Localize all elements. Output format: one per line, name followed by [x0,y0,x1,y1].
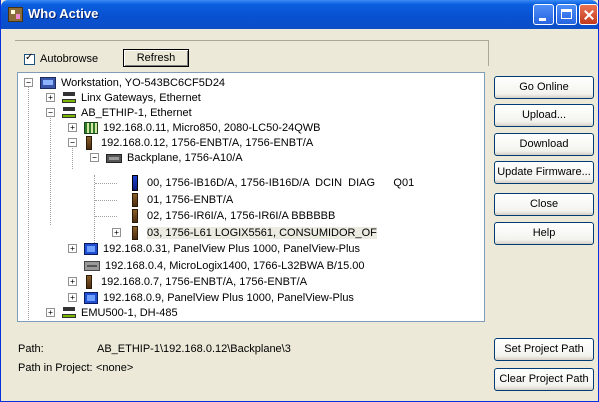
tree-node-192-168-0-4[interactable]: 192.168.0.4, MicroLogix1400, 1766-L32BWA… [68,259,365,273]
expand-icon[interactable]: + [46,93,55,102]
tree-node-192-168-0-11[interactable]: + 192.168.0.11, Micro850, 2080-LC50-24QW… [68,121,320,135]
enbt-module-icon [86,275,92,289]
set-project-path-button[interactable]: Set Project Path [494,338,594,361]
controller-icon [132,226,138,240]
network-icon [62,107,76,119]
download-button[interactable]: Download [494,133,594,156]
path-value: AB_ETHIP-1\192.168.0.12\Backplane\3 [97,343,291,355]
autobrowse-checkbox[interactable]: Autobrowse [24,52,99,65]
network-icon [62,92,76,104]
path-in-project-label: Path in Project: [18,362,93,374]
maximize-button[interactable] [556,4,577,25]
tree-node-emu500[interactable]: + EMU500-1, DH-485 [46,306,178,320]
panelview-icon [84,243,98,255]
checkbox-checked-icon[interactable] [24,52,35,65]
tree-node-workstation[interactable]: − Workstation, YO-543BC6CF5D24 [24,76,225,90]
window-title: Who Active [28,6,99,21]
tree-node-backplane[interactable]: − Backplane, 1756-A10/A [90,151,243,165]
tree-node-ab-ethip[interactable]: − AB_ETHIP-1, Ethernet [46,106,192,120]
analog-module-icon [132,209,138,223]
go-online-button[interactable]: Go Online [494,76,594,99]
input-module-icon [132,175,138,191]
refresh-button[interactable]: Refresh [123,49,189,67]
help-button[interactable]: Help [494,222,594,245]
expand-icon[interactable]: + [68,293,77,302]
micrologix-icon [84,261,100,271]
enbt-module-icon [86,136,92,150]
micro850-icon [84,122,98,134]
tree-node-192-168-0-31[interactable]: + 192.168.0.31, PanelView Plus 1000, Pan… [68,242,360,256]
autobrowse-label: Autobrowse [40,53,99,65]
tree-node-slot-01[interactable]: 01, 1756-ENBT/A [112,193,233,207]
tree-node-192-168-0-7[interactable]: + 192.168.0.7, 1756-ENBT/A, 1756-ENBT/A [68,275,307,289]
who-active-window: Who Active Autobrowse Refresh − Workstat… [0,0,599,402]
backplane-icon [106,153,122,163]
collapse-icon[interactable]: − [68,138,77,147]
tree-node-linx-gateways[interactable]: + Linx Gateways, Ethernet [46,91,201,105]
collapse-icon[interactable]: − [46,108,55,117]
tree-node-slot-00[interactable]: 00, 1756-IB16D/A, 1756-IB16D/A DCIN DIAG… [112,173,414,193]
network-tree[interactable]: − Workstation, YO-543BC6CF5D24 + Linx Ga… [17,72,485,322]
minimize-button[interactable] [533,4,554,25]
collapse-icon[interactable]: − [90,153,99,162]
expand-icon[interactable]: + [46,308,55,317]
who-active-app-icon [8,7,23,22]
workstation-icon [40,77,56,89]
close-window-button[interactable] [579,4,598,25]
panelview-icon [84,292,98,304]
expand-icon[interactable]: + [68,244,77,253]
path-label: Path: [18,343,44,355]
tree-line [94,175,95,243]
expand-icon[interactable]: + [68,277,77,286]
title-bar[interactable]: Who Active [1,0,598,29]
tree-node-slot-03[interactable]: + 03, 1756-L61 LOGIX5561, CONSUMIDOR_OF [112,226,377,240]
collapse-icon[interactable]: − [24,78,33,87]
upload-button[interactable]: Upload... [494,104,594,127]
enbt-module-icon [132,193,138,207]
tree-line [28,85,29,321]
tree-node-192-168-0-9[interactable]: + 192.168.0.9, PanelView Plus 1000, Pane… [68,291,354,305]
update-firmware-button[interactable]: Update Firmware... [494,161,594,184]
tree-line [50,115,51,225]
tree-node-192-168-0-12[interactable]: − 192.168.0.12, 1756-ENBT/A, 1756-ENBT/A [68,136,313,150]
network-icon [62,307,76,319]
expand-icon[interactable]: + [112,228,121,237]
clear-project-path-button[interactable]: Clear Project Path [494,368,594,391]
close-button[interactable]: Close [494,193,594,216]
expand-icon[interactable]: + [68,123,77,132]
path-in-project-value: <none> [96,362,134,374]
tree-node-slot-02[interactable]: 02, 1756-IR6I/A, 1756-IR6I/A BBBBBB [112,209,335,223]
